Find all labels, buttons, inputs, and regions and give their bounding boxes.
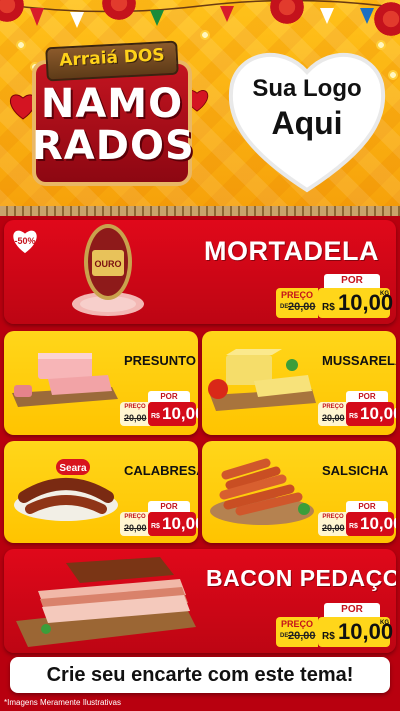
per-label: POR — [346, 501, 388, 512]
from-label: PREÇO — [280, 290, 313, 300]
brand-seara: Seara — [59, 463, 87, 474]
from-label: PREÇO — [322, 404, 344, 410]
cta-text: Crie seu encarte com este tema! — [46, 664, 354, 686]
mussarela-image — [208, 349, 316, 411]
unit: KG — [380, 620, 389, 626]
product-card-salsicha[interactable]: SALSICHA POR PREÇO 20,00 R$ 10,00 — [202, 441, 396, 543]
per-label: POR — [346, 391, 388, 402]
logo-line2: Aqui — [271, 105, 343, 141]
disclaimer: *Imagens Meramente Ilustrativas — [4, 698, 121, 707]
from-label: PREÇO — [280, 619, 313, 629]
currency: R$ — [151, 523, 160, 530]
event-title-line2: RADOS — [32, 123, 195, 169]
unit: KG — [380, 291, 389, 297]
mortadela-image: OURO — [72, 224, 144, 316]
product-name-mussarela: MUSSARELA — [322, 353, 396, 368]
from-label: PREÇO — [124, 404, 146, 410]
discount-badge: -50% — [14, 236, 36, 246]
per-label: POR — [148, 501, 190, 512]
header-banner: Arraiá DOS NAMO RADOS Sua Logo Aqui — [0, 0, 400, 212]
price: 10,00 — [360, 404, 396, 423]
currency: R$ — [349, 413, 358, 420]
product-card-calabresa[interactable]: Seara CALABRESA POR PREÇO 20,00 R$ 10,00 — [4, 441, 198, 543]
currency: R$ — [322, 302, 335, 313]
per-label: POR — [324, 274, 380, 288]
currency: R$ — [322, 631, 335, 642]
old-price: 20,00 — [322, 523, 345, 533]
presunto-image — [12, 353, 118, 407]
currency: R$ — [151, 413, 160, 420]
from-label: PREÇO — [322, 514, 344, 520]
rope-divider — [0, 206, 400, 216]
logo-placeholder: Sua Logo Aqui — [222, 74, 392, 142]
from-label: PREÇO — [124, 514, 146, 520]
per-label: POR — [148, 391, 190, 402]
logo-line1: Sua Logo — [252, 75, 362, 102]
calabresa-image: Seara — [14, 459, 118, 521]
product-name-mortadela: MORTADELA — [204, 236, 379, 266]
old-price: 20,00 — [288, 630, 316, 642]
flower-icon — [372, 0, 400, 38]
lamp-icon — [200, 30, 210, 40]
old-price: 20,00 — [124, 523, 147, 533]
event-title: Arraiá DOS NAMO RADOS — [10, 36, 209, 188]
product-name-salsicha: SALSICHA — [322, 463, 389, 478]
product-name-calabresa: CALABRESA — [124, 463, 198, 478]
bacon-image — [16, 557, 196, 647]
bunting-icon — [0, 0, 400, 28]
price: 10,00 — [162, 514, 198, 533]
product-card-mussarela[interactable]: MUSSARELA POR PREÇO 20,00 R$ 10,00 — [202, 331, 396, 435]
event-title-line1: NAMO — [40, 81, 184, 127]
product-name-presunto: PRESUNTO — [124, 353, 196, 368]
currency: R$ — [349, 523, 358, 530]
product-card-bacon[interactable]: BACON PEDAÇO POR PREÇO DE 20,00 R$ 10,00… — [4, 549, 396, 653]
old-price: 20,00 — [288, 301, 316, 313]
product-card-presunto[interactable]: PRESUNTO POR PREÇO 20,00 R$ 10,00 — [4, 331, 198, 435]
cta-banner[interactable]: Crie seu encarte com este tema! — [10, 657, 390, 693]
brand-ouro: OURO — [95, 259, 122, 269]
price: 10,00 — [162, 404, 198, 423]
product-card-mortadela[interactable]: OURO MORTADELA POR PREÇO DE 20,00 R$ 10,… — [4, 220, 396, 324]
price: 10,00 — [360, 514, 396, 533]
product-name-bacon: BACON PEDAÇO — [206, 565, 396, 591]
old-price: 20,00 — [322, 413, 345, 423]
salsicha-image — [210, 458, 314, 525]
old-price: 20,00 — [124, 413, 147, 423]
per-label: POR — [324, 603, 380, 617]
